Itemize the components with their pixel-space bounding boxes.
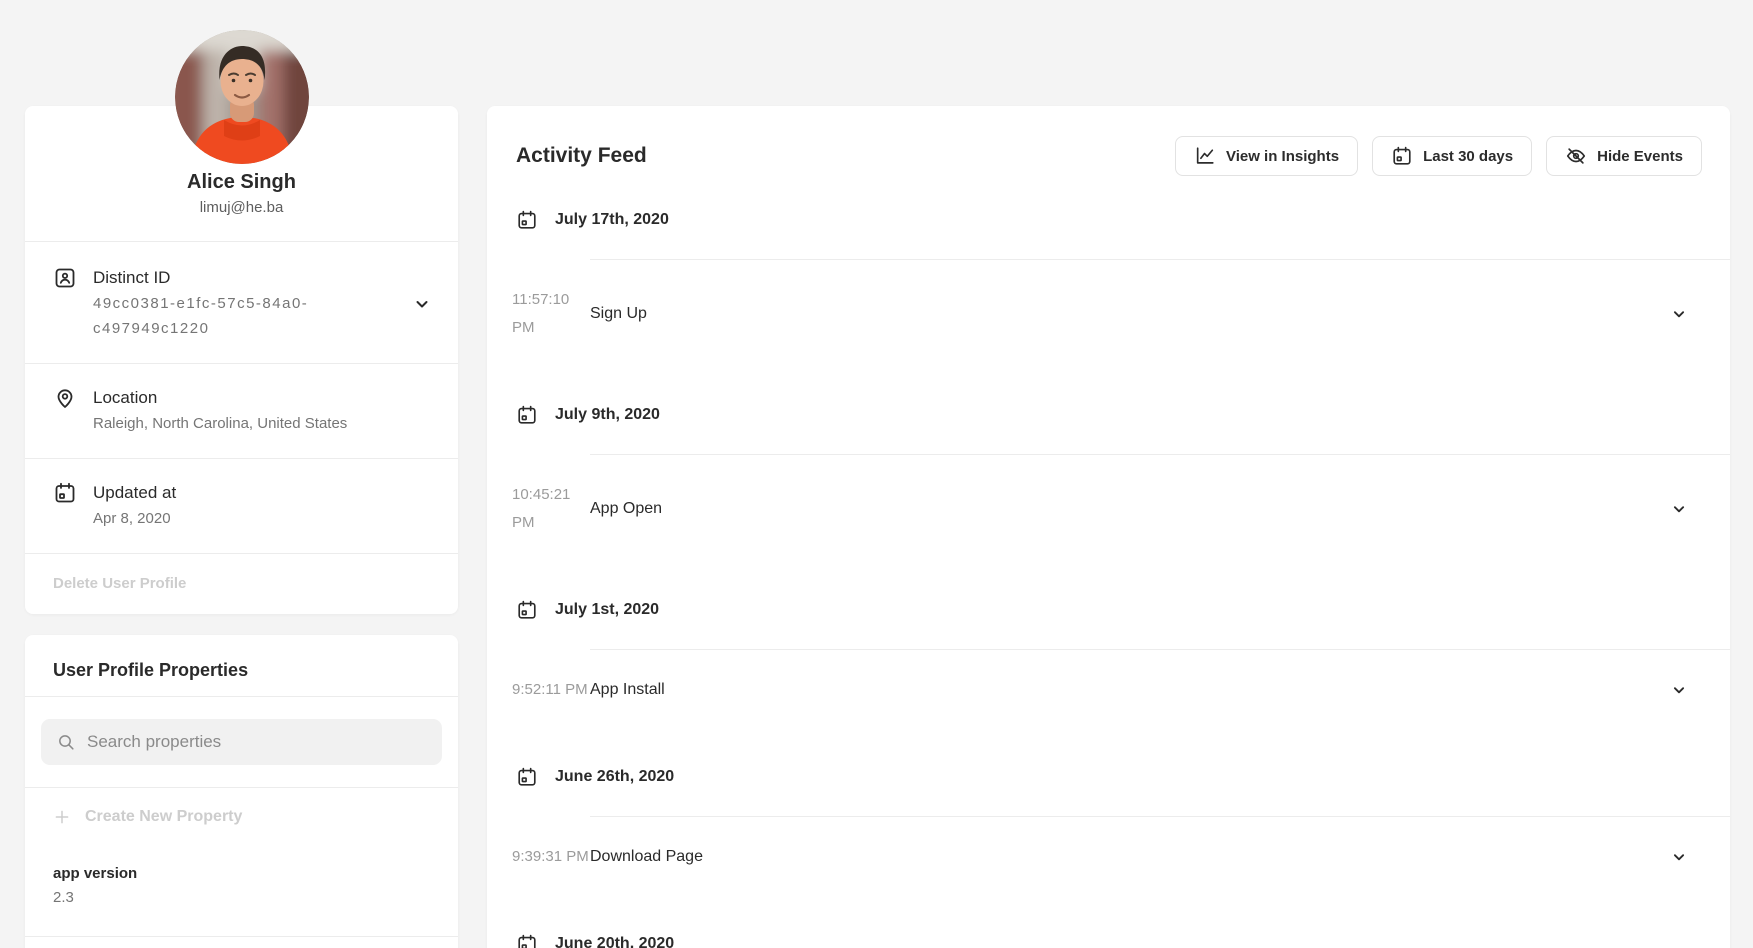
last-30-days-button[interactable]: Last 30 days — [1372, 136, 1532, 176]
contact-card-icon — [53, 266, 77, 290]
chevron-down-icon — [1668, 679, 1690, 701]
distinct-id-label: Distinct ID — [93, 266, 410, 290]
event-name: App Install — [590, 676, 665, 704]
feed-group: July 9th, 2020 10:45:21 PM App Open — [487, 403, 1730, 563]
last-30-days-label: Last 30 days — [1423, 148, 1513, 165]
line-chart-icon — [1194, 145, 1216, 167]
user-profile-card: Alice Singh limuj@he.ba Distinct ID 49cc… — [25, 106, 458, 614]
field-location: Location Raleigh, North Carolina, United… — [25, 364, 458, 459]
event-expand-button[interactable] — [1668, 498, 1690, 520]
event-row[interactable]: 10:45:21 PM App Open — [487, 455, 1730, 563]
event-name: Download Page — [590, 843, 703, 871]
field-updated-at: Updated at Apr 8, 2020 — [25, 459, 458, 554]
view-in-insights-label: View in Insights — [1226, 148, 1339, 165]
avatar-photo — [175, 30, 309, 164]
property-row-app-version[interactable]: app version 2.3 — [25, 862, 458, 937]
event-expand-button[interactable] — [1668, 303, 1690, 325]
hide-events-label: Hide Events — [1597, 148, 1683, 165]
event-expand-button[interactable] — [1668, 679, 1690, 701]
calendar-icon — [1391, 145, 1413, 167]
feed-group: July 17th, 2020 11:57:10 PM Sign Up — [487, 208, 1730, 368]
calendar-icon — [516, 933, 538, 948]
property-value: 2.3 — [53, 886, 430, 910]
distinct-id-value: 49cc0381-e1fc-57c5-84a0-c497949c1220 — [93, 291, 385, 341]
event-time: 9:52:11 PM — [512, 676, 590, 704]
feed-group: July 1st, 2020 9:52:11 PM App Install — [487, 598, 1730, 730]
create-new-property-button[interactable]: Create New Property — [25, 788, 458, 826]
feed-date-label: July 9th, 2020 — [555, 406, 660, 424]
profile-email: limuj@he.ba — [25, 197, 458, 219]
calendar-icon — [516, 599, 538, 621]
properties-title: User Profile Properties — [53, 659, 430, 681]
view-in-insights-button[interactable]: View in Insights — [1175, 136, 1358, 176]
distinct-id-expand-button[interactable] — [410, 292, 434, 316]
calendar-icon — [516, 209, 538, 231]
property-name: app version — [53, 862, 430, 886]
calendar-icon — [516, 766, 538, 788]
hide-events-button[interactable]: Hide Events — [1546, 136, 1702, 176]
feed-date-header: July 17th, 2020 — [516, 208, 1730, 232]
updated-at-label: Updated at — [93, 481, 434, 505]
chevron-down-icon — [1668, 846, 1690, 868]
feed-date-header: June 26th, 2020 — [516, 765, 1730, 789]
location-value: Raleigh, North Carolina, United States — [93, 411, 434, 436]
feed-date-header: July 9th, 2020 — [516, 403, 1730, 427]
updated-at-value: Apr 8, 2020 — [93, 506, 434, 531]
chevron-down-icon — [1668, 303, 1690, 325]
feed-date-label: July 17th, 2020 — [555, 211, 669, 229]
chevron-down-icon — [410, 292, 434, 316]
event-time: 11:57:10 PM — [512, 286, 590, 342]
search-properties-box[interactable] — [41, 719, 442, 765]
activity-feed-title: Activity Feed — [516, 143, 647, 169]
feed-group: June 20th, 2020 — [487, 932, 1730, 948]
activity-feed-card: Activity Feed View in Insights Last 30 d… — [487, 106, 1730, 948]
feed-date-label: June 26th, 2020 — [555, 768, 674, 786]
event-time: 9:39:31 PM — [512, 843, 590, 871]
field-distinct-id: Distinct ID 49cc0381-e1fc-57c5-84a0-c497… — [25, 242, 458, 364]
create-new-property-label: Create New Property — [85, 808, 242, 826]
feed-date-header: July 1st, 2020 — [516, 598, 1730, 622]
event-time: 10:45:21 PM — [512, 481, 590, 537]
search-icon — [56, 732, 76, 752]
location-label: Location — [93, 386, 434, 410]
location-pin-icon — [53, 386, 77, 410]
plus-icon — [53, 808, 71, 826]
feed-group: June 26th, 2020 9:39:31 PM Download Page — [487, 765, 1730, 897]
avatar — [175, 30, 309, 164]
feed-date-label: June 20th, 2020 — [555, 935, 674, 948]
eye-slash-icon — [1565, 145, 1587, 167]
event-row[interactable]: 11:57:10 PM Sign Up — [487, 260, 1730, 368]
event-name: Sign Up — [590, 300, 647, 328]
calendar-icon — [53, 481, 77, 505]
delete-user-profile-button[interactable]: Delete User Profile — [53, 575, 186, 592]
search-properties-input[interactable] — [87, 732, 427, 752]
event-name: App Open — [590, 495, 662, 523]
event-row[interactable]: 9:52:11 PM App Install — [487, 650, 1730, 730]
user-profile-properties-card: User Profile Properties Create New Prope… — [25, 635, 458, 948]
feed-date-header: June 20th, 2020 — [516, 932, 1730, 948]
calendar-icon — [516, 404, 538, 426]
event-expand-button[interactable] — [1668, 846, 1690, 868]
event-row[interactable]: 9:39:31 PM Download Page — [487, 817, 1730, 897]
profile-name: Alice Singh — [25, 170, 458, 194]
chevron-down-icon — [1668, 498, 1690, 520]
feed-date-label: July 1st, 2020 — [555, 601, 659, 619]
activity-feed-list: July 17th, 2020 11:57:10 PM Sign Up July… — [487, 196, 1730, 948]
